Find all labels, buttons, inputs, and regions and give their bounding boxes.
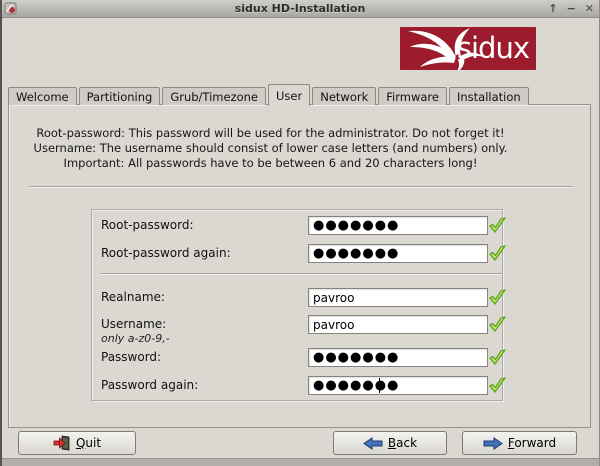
password-input[interactable] xyxy=(308,348,488,367)
valid-check-icon xyxy=(487,215,508,236)
valid-check-icon xyxy=(487,347,508,368)
realname-input[interactable] xyxy=(308,288,488,307)
realname-label: Realname: xyxy=(101,288,165,307)
back-button[interactable]: Back xyxy=(333,431,447,455)
instruction-line-root-password: Root-password: This password will be use… xyxy=(13,126,528,141)
window-title: sidux HD-Installation xyxy=(0,2,600,15)
back-arrow-icon xyxy=(363,437,383,450)
root-password-input[interactable] xyxy=(308,216,488,235)
instructions-text: Root-password: This password will be use… xyxy=(13,126,528,171)
sidux-logo-text: sidux xyxy=(457,31,529,65)
window-border-left xyxy=(0,0,2,466)
valid-check-icon xyxy=(487,287,508,308)
tab-welcome[interactable]: Welcome xyxy=(8,87,77,105)
form-row: Password: xyxy=(92,348,504,367)
sidux-logo: sidux xyxy=(400,27,536,70)
tab-bar: Welcome Partitioning Grub/Timezone User … xyxy=(8,86,531,105)
window-controls: ↑ − ✕ xyxy=(548,0,594,18)
tab-user[interactable]: User xyxy=(268,84,310,106)
valid-check-icon xyxy=(487,314,508,335)
quit-button[interactable]: Quit xyxy=(18,431,136,455)
username-input[interactable] xyxy=(308,315,488,334)
window-bottom-edge xyxy=(0,458,600,466)
root-password-again-input[interactable] xyxy=(308,244,488,263)
shade-button[interactable]: ↑ xyxy=(548,0,557,18)
title-bar[interactable]: sidux HD-Installation ↑ − ✕ xyxy=(0,0,600,18)
form-row: Password again: xyxy=(92,376,504,395)
user-form-frame: Root-password: Root-password again: Real… xyxy=(91,209,503,401)
instruction-line-important: Important: All passwords have to be betw… xyxy=(13,156,528,171)
forward-button[interactable]: Forward xyxy=(462,431,577,455)
tab-grub-timezone[interactable]: Grub/Timezone xyxy=(162,87,266,105)
valid-check-icon xyxy=(487,375,508,396)
forward-button-label: Forward xyxy=(508,436,556,450)
form-row: Realname: xyxy=(92,288,504,307)
horizontal-separator xyxy=(29,186,573,188)
password-again-input[interactable] xyxy=(308,376,488,395)
tab-firmware[interactable]: Firmware xyxy=(378,87,447,105)
valid-check-icon xyxy=(487,243,508,264)
close-button[interactable]: ✕ xyxy=(585,0,594,18)
back-button-label: Back xyxy=(388,436,417,450)
quit-button-label: Quit xyxy=(76,436,101,450)
root-password-again-label: Root-password again: xyxy=(101,244,231,263)
text-cursor xyxy=(379,378,380,393)
forward-arrow-icon xyxy=(483,437,503,450)
quit-door-icon xyxy=(53,435,71,451)
form-row: Root-password again: xyxy=(92,244,504,263)
window-icon xyxy=(4,2,17,15)
form-row: Username: only a-z0-9,- xyxy=(92,315,504,334)
form-section-separator xyxy=(100,273,502,275)
user-tab-panel: Root-password: This password will be use… xyxy=(8,104,591,428)
form-row: Root-password: xyxy=(92,216,504,235)
password-again-label: Password again: xyxy=(101,376,198,395)
instruction-line-username: Username: The username should consist of… xyxy=(13,141,528,156)
username-hint: only a-z0-9,- xyxy=(101,332,170,345)
tab-installation[interactable]: Installation xyxy=(449,87,529,105)
root-password-label: Root-password: xyxy=(101,216,194,235)
minimize-button[interactable]: − xyxy=(567,0,576,18)
password-label: Password: xyxy=(101,348,161,367)
tab-partitioning[interactable]: Partitioning xyxy=(79,87,161,105)
tab-network[interactable]: Network xyxy=(312,87,376,105)
